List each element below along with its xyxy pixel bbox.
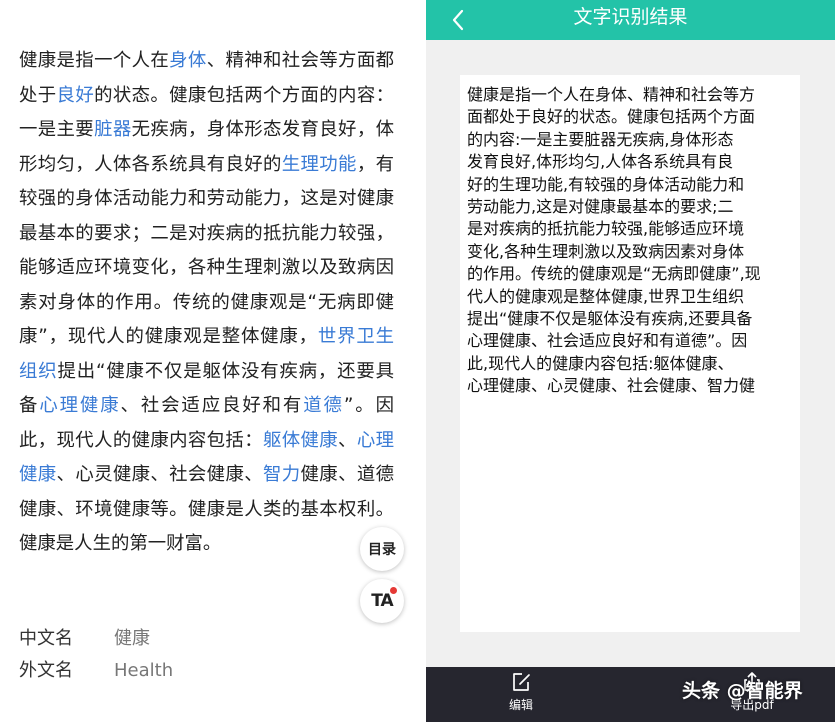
toc-button-label: 目录: [368, 542, 396, 558]
ta-button-label: TA: [371, 591, 393, 611]
edit-icon: [513, 673, 530, 691]
infobox-value: 健康: [114, 628, 150, 649]
article-link[interactable]: 生理功能: [282, 154, 357, 175]
article-link[interactable]: 良好: [57, 85, 95, 106]
article-pane: 健康是指一个人在身体、精神和社会等方面都处于良好的状态。健康包括两个方面的内容：…: [0, 0, 426, 722]
article-text: 、: [338, 429, 357, 451]
infobox-row-foreign-name: 外文名 Health: [19, 659, 173, 683]
article-text: 、社会适应良好和有: [120, 395, 304, 416]
ta-button[interactable]: TA: [360, 579, 404, 623]
infobox-value: Health: [114, 660, 174, 681]
ocr-result-screen: 文字识别结果 健康是指一个人在身体、精神和社会等方 面都处于良好的状态。健康包括…: [426, 0, 835, 722]
article-link[interactable]: 心理健康: [39, 395, 120, 416]
notification-dot: [390, 587, 397, 594]
article-text: 、心灵健康、社会健康、: [56, 464, 263, 485]
article-text: ，有较强的身体活动能力和劳动能力，这是对健康最基本的要求；二是对疾病的抵抗能力较…: [19, 153, 394, 348]
watermark: 头条 @智能界: [682, 680, 803, 702]
infobox-key: 外文名: [19, 660, 73, 681]
ocr-result-text[interactable]: 健康是指一个人在身体、精神和社会等方 面都处于良好的状态。健康包括两个方面 的内…: [467, 84, 799, 398]
article-link[interactable]: 智力: [263, 464, 301, 485]
edit-button[interactable]: 编辑: [491, 671, 551, 713]
edit-button-label: 编辑: [508, 698, 533, 712]
article-link[interactable]: 身体: [169, 50, 207, 71]
article-link[interactable]: 脏器: [94, 119, 132, 140]
article-link[interactable]: 躯体健康: [263, 430, 338, 451]
title-bar: 文字识别结果: [426, 0, 835, 40]
toc-button[interactable]: 目录: [360, 527, 404, 571]
infobox-key: 中文名: [19, 628, 73, 649]
article-body: 健康是指一个人在身体、精神和社会等方面都处于良好的状态。健康包括两个方面的内容：…: [19, 44, 394, 562]
page-title: 文字识别结果: [573, 6, 688, 28]
article-link[interactable]: 道德: [303, 395, 344, 416]
ocr-result-card[interactable]: 健康是指一个人在身体、精神和社会等方 面都处于良好的状态。健康包括两个方面 的内…: [460, 75, 800, 632]
article-text: 健康是指一个人在: [19, 50, 170, 71]
infobox-row-chinese-name: 中文名 健康: [19, 627, 150, 651]
